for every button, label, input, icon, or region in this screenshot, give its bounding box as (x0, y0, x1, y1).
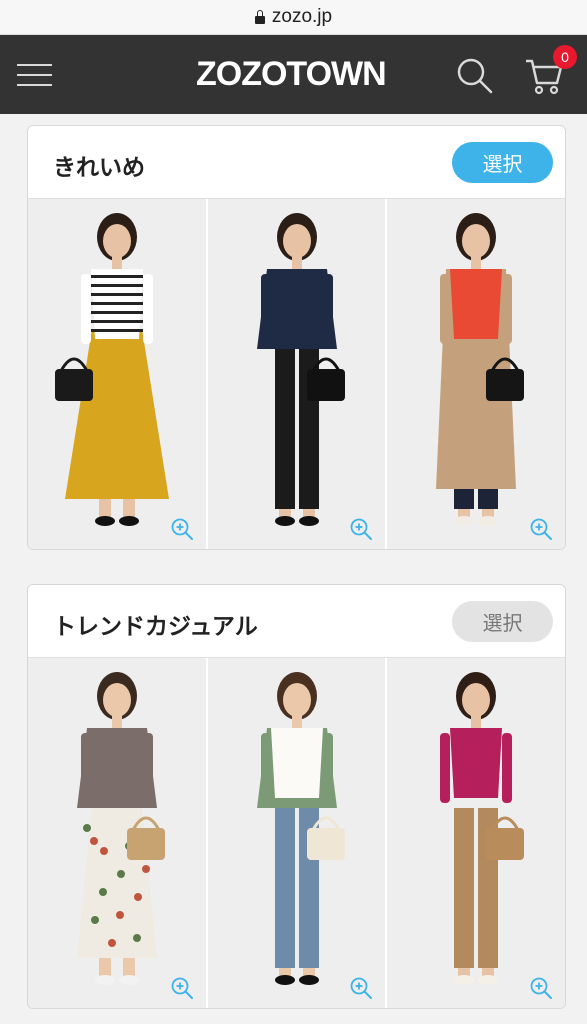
zoom-in-icon[interactable] (529, 976, 553, 1000)
model-image (256, 672, 345, 985)
card-title: きれいめ (53, 155, 145, 181)
zoom-in-icon[interactable] (170, 976, 194, 1000)
outfit-photo[interactable] (205, 658, 386, 1008)
card-header: トレンドカジュアル 選択 (28, 585, 565, 658)
site-header: ZOZOTOWN (0, 35, 587, 114)
outfit-photo[interactable] (385, 199, 565, 549)
style-card-kireime: きれいめ 選択 (27, 125, 566, 550)
outfit-photo[interactable] (385, 658, 565, 1008)
search-icon[interactable] (455, 56, 495, 96)
url-text: zozo.jp (271, 6, 333, 27)
model-image (77, 672, 165, 985)
outfit-photo[interactable] (28, 658, 206, 1008)
model-image (440, 672, 525, 985)
model-image (55, 213, 169, 526)
cart-count-badge: 0 (553, 45, 577, 69)
outfit-photos (28, 199, 565, 549)
zoom-in-icon[interactable] (349, 517, 373, 541)
url-bar[interactable]: zozo.jp (0, 0, 587, 35)
card-title: トレンドカジュアル (53, 614, 258, 640)
model-image (436, 213, 525, 526)
outfit-photo[interactable] (28, 199, 206, 549)
zoom-in-icon[interactable] (349, 976, 373, 1000)
zoom-in-icon[interactable] (529, 517, 553, 541)
menu-icon[interactable] (17, 63, 52, 87)
card-header: きれいめ 選択 (28, 126, 565, 199)
outfit-photos (28, 658, 565, 1008)
select-button[interactable]: 選択 (452, 142, 553, 183)
lock-icon (254, 10, 265, 24)
select-button[interactable]: 選択 (452, 601, 553, 642)
style-card-trend-casual: トレンドカジュアル 選択 (27, 584, 566, 1009)
zoom-in-icon[interactable] (170, 517, 194, 541)
model-image (256, 213, 345, 526)
site-logo[interactable]: ZOZOTOWN (196, 55, 387, 94)
outfit-photo[interactable] (205, 199, 386, 549)
